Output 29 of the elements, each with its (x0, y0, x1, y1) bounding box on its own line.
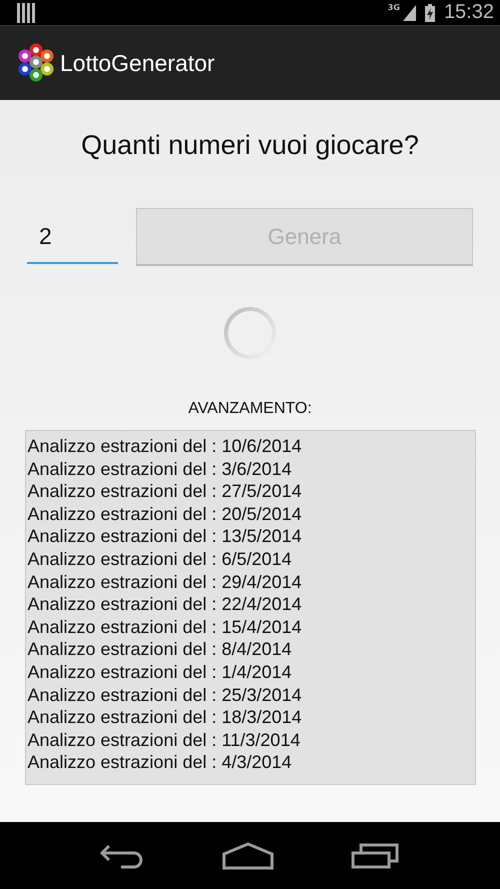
lottery-balls-icon (16, 43, 56, 83)
battery-icon (424, 4, 435, 22)
log-line: Analizzo estrazioni del : 11/3/2014 (26, 728, 302, 752)
notification-icon (17, 2, 35, 22)
log-line: Analizzo estrazioni del : 20/5/2014 (26, 502, 303, 526)
log-line: Analizzo estrazioni del : 13/5/2014 (26, 525, 303, 548)
network-type: 3G (388, 3, 400, 12)
log-line: Analizzo estrazioni del : 25/3/2014 (26, 684, 303, 706)
loading-spinner-icon (223, 306, 277, 360)
log-line: Analizzo estrazioni del : 29/4/2014 (26, 570, 303, 594)
log-line: Analizzo estrazioni del : 4/3/2014 (26, 751, 293, 774)
log-line: Analizzo estrazioni del : 1/4/2014 (26, 660, 293, 684)
log-line: Analizzo estrazioni del : 22/4/2014 (26, 593, 303, 616)
log-line: Analizzo estrazioni del : 27/5/2014 (26, 480, 303, 503)
log-line: Analizzo estrazioni del : 8/4/2014 (26, 638, 293, 661)
recent-apps-icon[interactable] (351, 842, 402, 868)
log-line: Analizzo estrazioni del : 6/5/2014 (26, 548, 293, 571)
back-icon[interactable] (98, 842, 145, 868)
number-input-field[interactable]: 2 (27, 210, 118, 264)
question-text: Quanti numeri vuoi giocare? (81, 130, 419, 161)
log-line: Analizzo estrazioni del : 3/6/2014 (26, 458, 293, 480)
progress-label: AVANZAMENTO: (188, 400, 312, 418)
home-icon[interactable] (222, 842, 274, 870)
log-line: Analizzo estrazioni del : 15/4/2014 (26, 616, 303, 638)
signal-icon (402, 4, 416, 20)
log-line: Analizzo estrazioni del : 18/3/2014 (26, 706, 303, 729)
clock: 15:32 (444, 1, 494, 24)
log-line: Analizzo estrazioni del : 10/6/2014 (26, 435, 303, 458)
app-title: LottoGenerator (60, 50, 215, 76)
